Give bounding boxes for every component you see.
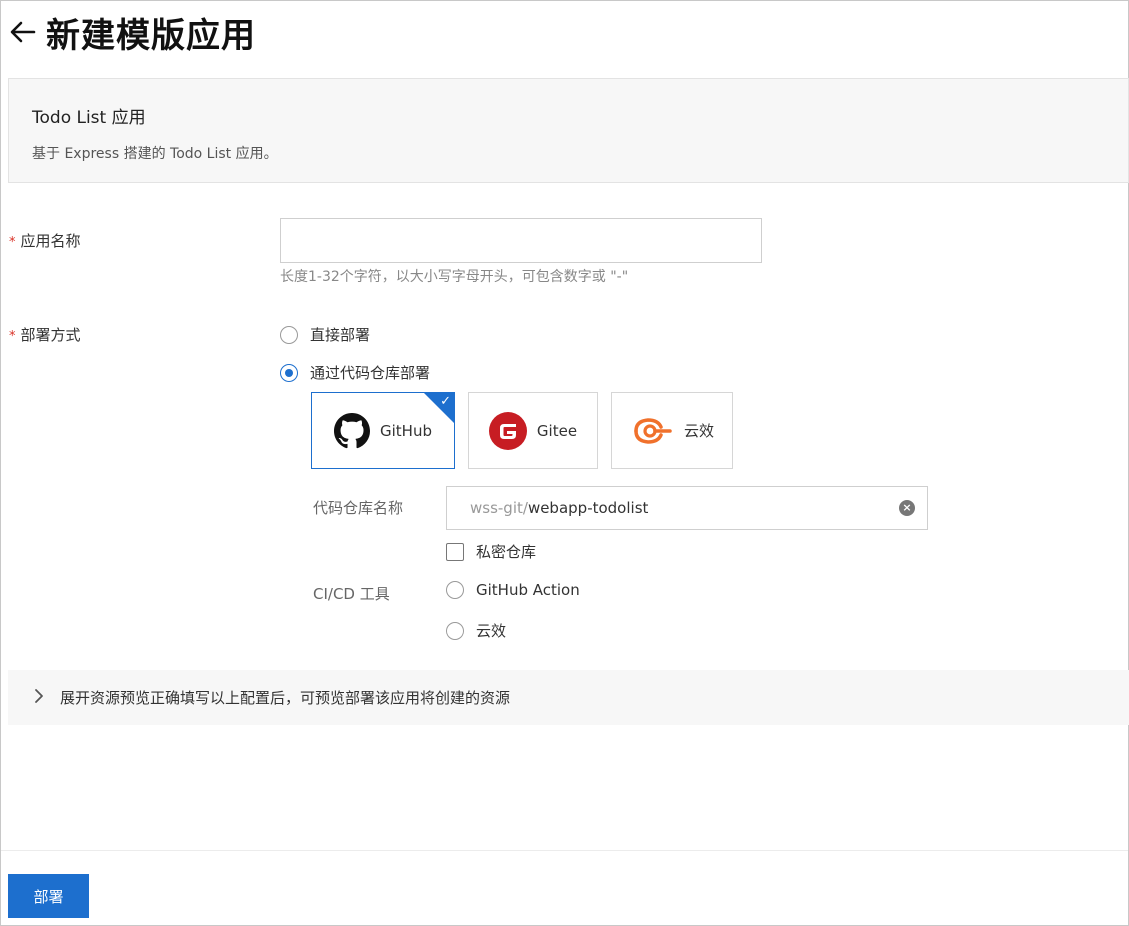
app-name-hint: 长度1-32个字符，以大小写字母开头，可包含数字或 "-" [280,269,629,285]
deploy-method-label-text: 部署方式 [20,326,81,344]
repo-name-input[interactable]: wss-git/webapp-todolist × [446,486,928,530]
radio-direct-deploy-label: 直接部署 [310,326,371,344]
radio-yunxiao[interactable]: 云效 [446,620,506,641]
radio-repo-deploy[interactable]: 通过代码仓库部署 [280,362,430,383]
page-title: 新建模版应用 [46,15,256,56]
provider-name-yunxiao: 云效 [683,422,714,440]
page-header: 新建模版应用 [8,10,256,56]
private-repo-checkbox-row[interactable]: 私密仓库 [446,541,536,562]
github-icon [334,412,370,448]
repo-name-value: webapp-todolist [527,499,649,517]
radio-repo-deploy-label: 通过代码仓库部署 [310,364,431,382]
provider-card-yunxiao[interactable]: 云效 [611,392,733,469]
provider-card-gitee[interactable]: Gitee [468,392,598,469]
repo-owner-prefix: wss-git/ [470,499,528,517]
resource-preview-expander[interactable]: 展开资源预览正确填写以上配置后，可预览部署该应用将创建的资源 [8,670,1129,725]
provider-name-gitee: Gitee [536,421,578,440]
gitee-icon [488,411,527,450]
radio-button[interactable] [446,621,464,640]
app-name-input[interactable] [280,218,762,263]
required-mark: * [9,329,16,344]
radio-button-selected[interactable] [280,363,298,382]
radio-github-action[interactable]: GitHub Action [446,581,580,599]
radio-github-action-label: GitHub Action [476,581,580,599]
radio-button[interactable] [446,581,464,599]
cicd-label: CI/CD 工具 [313,585,390,603]
footer-divider [1,850,1128,851]
template-info-box: Todo List 应用 基于 Express 搭建的 Todo List 应用… [8,78,1129,183]
template-description: 基于 Express 搭建的 Todo List 应用。 [32,146,278,162]
radio-direct-deploy[interactable]: 直接部署 [280,324,370,345]
required-mark: * [9,235,16,250]
yunxiao-icon [634,417,672,444]
chevron-right-icon [34,688,44,708]
provider-card-github[interactable]: GitHub ✓ [311,392,455,469]
private-repo-checkbox[interactable] [446,542,464,561]
radio-yunxiao-label: 云效 [476,622,507,640]
private-repo-label: 私密仓库 [476,543,537,561]
check-icon: ✓ [440,394,451,409]
back-arrow-icon[interactable] [8,17,38,47]
template-name: Todo List 应用 [32,108,146,128]
resource-preview-text: 展开资源预览正确填写以上配置后，可预览部署该应用将创建的资源 [60,689,511,707]
app-name-label: * 应用名称 [9,230,81,251]
repo-name-label: 代码仓库名称 [313,499,404,517]
app-name-label-text: 应用名称 [20,232,81,250]
provider-name-github: GitHub [380,421,432,440]
radio-button[interactable] [280,325,298,344]
clear-icon[interactable]: × [899,500,915,516]
deploy-button[interactable]: 部署 [8,874,89,918]
deploy-method-label: * 部署方式 [9,324,81,345]
